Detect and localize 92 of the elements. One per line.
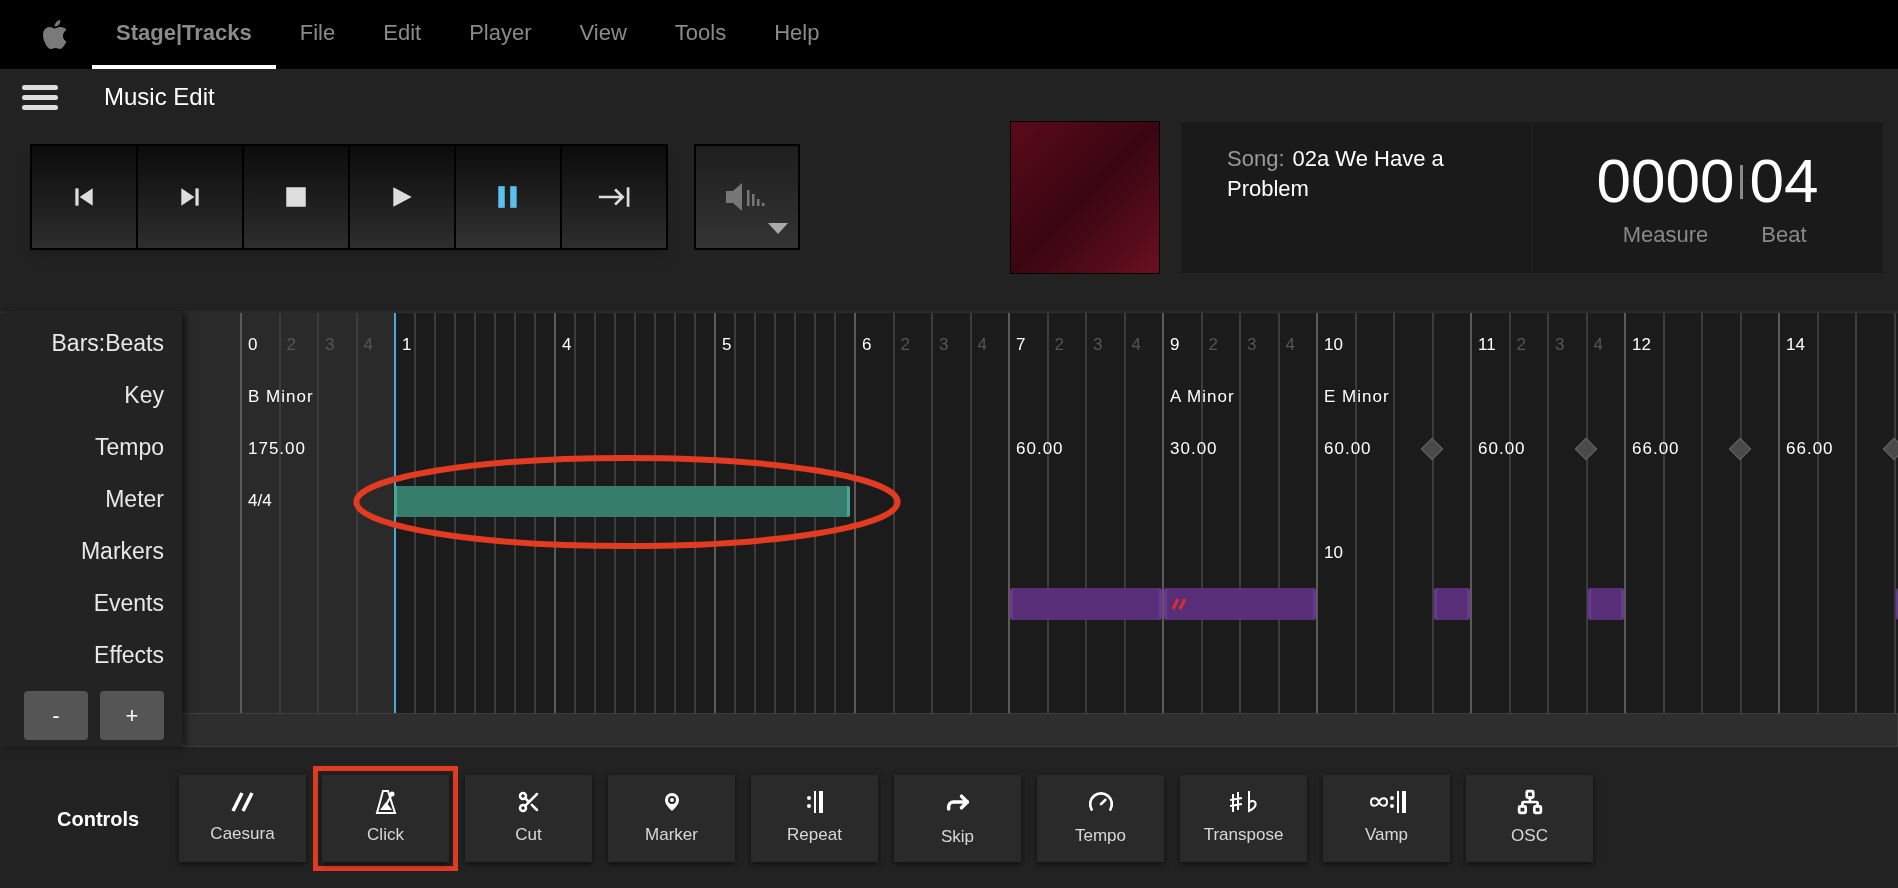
row-label: Meter xyxy=(105,484,164,514)
bar-number: 5 xyxy=(722,334,732,357)
row-label: Tempo xyxy=(94,432,164,462)
control-button[interactable]: Skip xyxy=(894,775,1021,862)
row-label: Effects xyxy=(94,640,164,670)
key-label: E Minor xyxy=(1324,386,1390,409)
meter-region-segment[interactable] xyxy=(394,486,414,517)
menu-item[interactable]: Help xyxy=(750,0,844,69)
transport-button[interactable] xyxy=(456,146,560,248)
tempo-value: 66.00 xyxy=(1632,438,1680,461)
beat-number: 3 xyxy=(1093,334,1103,357)
beat-number: 3 xyxy=(939,334,949,357)
control-button[interactable]: Caesura xyxy=(179,775,306,862)
network-icon xyxy=(1516,788,1543,815)
tempo-value: 66.00 xyxy=(1786,438,1834,461)
sharp-flat-icon xyxy=(1227,789,1260,814)
beat-number: 04 xyxy=(1749,148,1819,214)
beat-number: 4 xyxy=(1131,334,1141,357)
scissors-icon xyxy=(516,789,541,814)
transport-button[interactable] xyxy=(244,146,348,248)
beat-number: 2 xyxy=(900,334,910,357)
volume-button[interactable] xyxy=(694,144,800,250)
page-title: Music Edit xyxy=(104,82,215,112)
measure-label: Measure xyxy=(1622,221,1709,249)
event-block-segment[interactable] xyxy=(1433,588,1470,620)
bar-number: 10 xyxy=(1324,334,1343,357)
repeat-sign-icon xyxy=(804,789,825,814)
tempo-value: 175.00 xyxy=(248,438,306,461)
bar-number: 9 xyxy=(1170,334,1180,357)
event-block-segment[interactable] xyxy=(1587,588,1624,620)
bar-number: 11 xyxy=(1478,334,1496,357)
key-label: A Minor xyxy=(1170,386,1235,409)
meter-value: 4/4 xyxy=(248,490,272,513)
row-label: Bars:Beats xyxy=(51,328,164,358)
row-label: Markers xyxy=(80,536,164,566)
menu-item[interactable]: Player xyxy=(445,0,556,69)
control-button[interactable]: Tempo xyxy=(1037,775,1164,862)
tempo-value: 60.00 xyxy=(1016,438,1064,461)
beat-number: 3 xyxy=(1247,334,1257,357)
controls-label: Controls xyxy=(56,806,141,832)
control-button[interactable]: Marker xyxy=(608,775,735,862)
stop-icon xyxy=(283,184,309,210)
beat-number: 2 xyxy=(1516,334,1526,357)
bar-number: 7 xyxy=(1016,334,1026,357)
bar-number: 12 xyxy=(1632,334,1651,357)
event-block-segment[interactable] xyxy=(1164,588,1201,620)
bar-number: 14 xyxy=(1786,334,1805,357)
metronome-icon xyxy=(374,789,397,814)
marker-label: 10 xyxy=(1324,542,1343,565)
control-button[interactable]: Vamp xyxy=(1323,775,1450,862)
bar-number: 4 xyxy=(562,334,572,357)
control-button[interactable]: Click xyxy=(322,775,449,862)
row-label: Key xyxy=(124,380,164,410)
beat-number: 2 xyxy=(1208,334,1218,357)
beat-number: 4 xyxy=(1285,334,1295,357)
song-title: Song: 02a We Have a Problem xyxy=(1227,145,1445,203)
control-button[interactable]: Cut xyxy=(465,775,592,862)
tempo-value: 60.00 xyxy=(1324,438,1372,461)
tempo-value: 30.00 xyxy=(1170,438,1218,461)
row-label: Events xyxy=(93,588,164,618)
measure-number: 0000 xyxy=(1596,148,1735,214)
caret-down-icon xyxy=(768,223,788,234)
event-block-segment[interactable] xyxy=(1277,588,1316,620)
menu-icon[interactable] xyxy=(22,83,58,111)
menu-item[interactable]: File xyxy=(275,0,360,69)
jump-to-end-icon xyxy=(596,184,632,210)
control-button[interactable]: OSC xyxy=(1466,775,1593,862)
song-label: Song: xyxy=(1227,146,1285,171)
bar-number: 0 xyxy=(248,334,258,357)
meter-region-segment[interactable] xyxy=(834,486,850,517)
double-slash-icon xyxy=(229,790,256,813)
apple-logo-icon[interactable] xyxy=(42,19,68,50)
event-block-segment[interactable] xyxy=(1123,588,1162,620)
bar-number: 6 xyxy=(862,334,872,357)
zoom-button[interactable]: + xyxy=(100,691,164,740)
beat-number: 4 xyxy=(977,334,987,357)
menu-item[interactable]: Stage|Tracks xyxy=(92,0,276,69)
beat-number: 4 xyxy=(1593,334,1603,357)
menu-item[interactable]: Tools xyxy=(650,0,751,69)
horizontal-scrollbar[interactable] xyxy=(182,713,1898,747)
tempo-value: 60.00 xyxy=(1478,438,1526,461)
zoom-button[interactable]: - xyxy=(24,691,88,740)
bar-number: 1 xyxy=(402,334,412,357)
key-label: B Minor xyxy=(248,386,314,409)
menu-item[interactable]: View xyxy=(555,0,651,69)
control-button[interactable]: Transpose xyxy=(1180,775,1307,862)
beat-label: Beat xyxy=(1761,221,1807,249)
control-button[interactable]: Repeat xyxy=(751,775,878,862)
menu-item[interactable]: Edit xyxy=(359,0,446,69)
beat-number: 3 xyxy=(1555,334,1565,357)
beat-number: 2 xyxy=(1054,334,1064,357)
event-block-segment[interactable] xyxy=(1010,588,1047,620)
